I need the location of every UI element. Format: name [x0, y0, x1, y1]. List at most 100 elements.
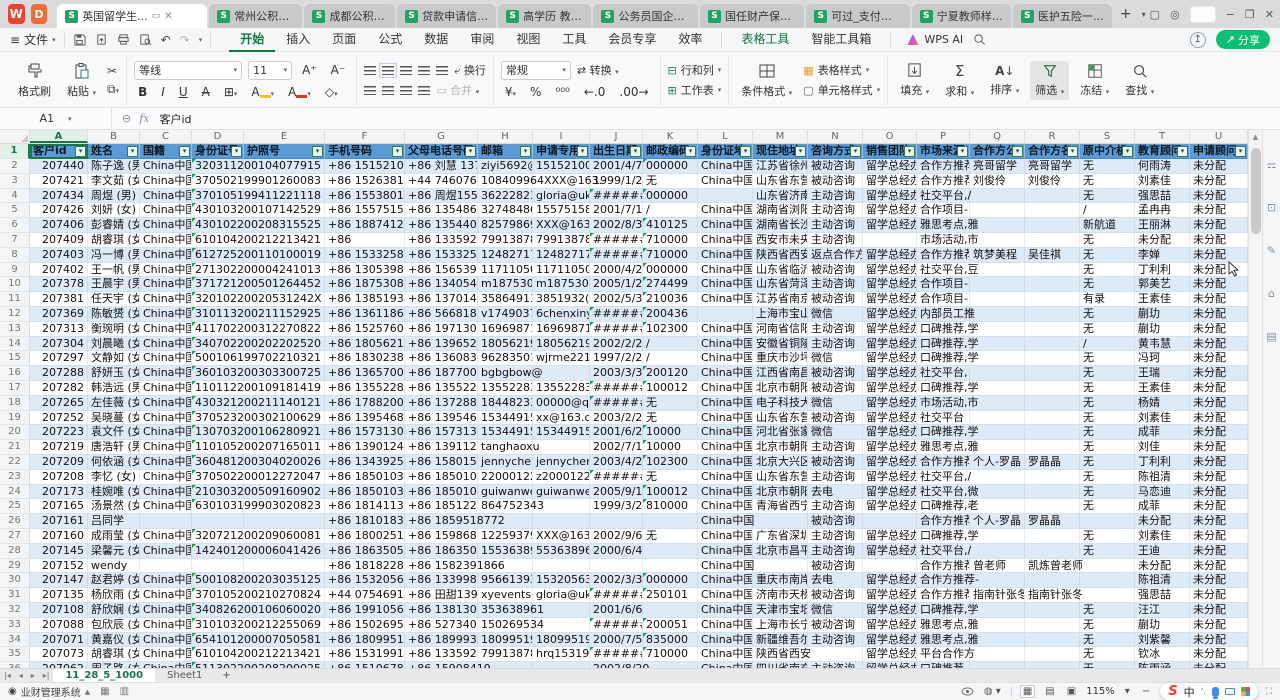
cell[interactable]: gloria@uk(: [533, 588, 590, 603]
cell[interactable]: 留学总经办: [863, 633, 917, 648]
cell[interactable]: 新疆维吾尔: [753, 633, 808, 648]
conditional-format-button[interactable]: 条件格式 ▾: [736, 60, 797, 101]
page-layout-view-button[interactable]: ▤: [1043, 686, 1056, 697]
filter-dropdown-icon[interactable]: ▾: [685, 146, 696, 157]
cell[interactable]: +86 15319918: [325, 647, 405, 662]
cell[interactable]: 刘素佳: [1135, 174, 1190, 189]
cell[interactable]: 135522831: [533, 381, 590, 396]
header-cell-I[interactable]: 申请专用▾: [533, 144, 590, 159]
cell[interactable]: China中国: [140, 381, 192, 396]
cell[interactable]: 口碑推荐,学: [917, 381, 970, 396]
cell[interactable]: +44 7460762888: [405, 174, 478, 189]
cell[interactable]: 指南针张冬: [1025, 588, 1080, 603]
cell[interactable]: 207088: [30, 618, 88, 633]
cell[interactable]: 无: [1080, 396, 1135, 411]
cell[interactable]: +86 52734062: [405, 618, 478, 633]
column-header-U[interactable]: U: [1190, 130, 1248, 143]
cell[interactable]: [970, 411, 1025, 426]
cell[interactable]: [1080, 559, 1135, 574]
cell[interactable]: 200051: [643, 618, 698, 633]
cell[interactable]: 被动咨询: [808, 366, 863, 381]
header-cell-U[interactable]: 申请顾问▾: [1190, 144, 1248, 159]
cell[interactable]: 被动咨询: [808, 588, 863, 603]
cell[interactable]: +86 1355228314: [405, 381, 478, 396]
cell[interactable]: +86 13954685: [325, 411, 405, 426]
align-left-icon[interactable]: [364, 86, 376, 95]
cell[interactable]: 四川省南充: [753, 662, 808, 668]
cell[interactable]: 未分配: [1190, 322, 1248, 337]
cell[interactable]: 327484864: [478, 203, 533, 218]
cell[interactable]: 留学总经办: [863, 588, 917, 603]
cell[interactable]: 留学总经办: [863, 396, 917, 411]
cell[interactable]: 353638961: [478, 603, 533, 618]
cell[interactable]: 未分配: [1190, 529, 1248, 544]
fullscreen-icon[interactable]: ⛶: [1266, 687, 1272, 697]
cell[interactable]: +86 1340540988: [405, 277, 478, 292]
cell[interactable]: +86 19910568: [325, 603, 405, 618]
row-number[interactable]: 9: [0, 263, 30, 278]
cell[interactable]: 合作方推荐: [917, 159, 970, 174]
upload-icon[interactable]: ↥: [1190, 32, 1206, 48]
row-number[interactable]: 23: [0, 470, 30, 485]
avatar[interactable]: [1190, 6, 1216, 23]
cell[interactable]: 安徽省铜陵: [753, 337, 808, 352]
cell[interactable]: 110112200109181419: [192, 381, 244, 396]
column-header-Q[interactable]: Q: [970, 130, 1025, 143]
print-preview-icon[interactable]: [139, 33, 152, 46]
add-sheet-button[interactable]: +: [214, 670, 238, 681]
cell[interactable]: 未分配: [1135, 559, 1190, 574]
cell[interactable]: 李文茹 (女: [88, 174, 140, 189]
cell[interactable]: 社交平台,豆: [917, 263, 970, 278]
cell[interactable]: 周子路 (女: [88, 662, 140, 668]
cell[interactable]: 153449155: [533, 425, 590, 440]
cell[interactable]: guiwanwei: [478, 485, 533, 500]
keyboard-icon[interactable]: [1225, 688, 1235, 695]
cell[interactable]: [970, 203, 1025, 218]
column-header-R[interactable]: R: [1025, 130, 1080, 143]
cell[interactable]: 207071: [30, 633, 88, 648]
cell[interactable]: 被动咨询: [808, 292, 863, 307]
cell[interactable]: 合作方推荐: [917, 455, 970, 470]
cell[interactable]: 200120: [643, 366, 698, 381]
cell[interactable]: 平台合作方: [917, 647, 970, 662]
cell[interactable]: 710000: [643, 233, 698, 248]
cell[interactable]: 李忆 (女): [88, 470, 140, 485]
column-header-P[interactable]: P: [917, 130, 970, 143]
cell[interactable]: 10000: [643, 425, 698, 440]
cell[interactable]: 被动咨询: [808, 455, 863, 470]
cell[interactable]: ########: [590, 307, 643, 322]
cell[interactable]: 207313: [30, 322, 88, 337]
cell[interactable]: [643, 559, 698, 574]
cell[interactable]: China中国: [698, 485, 753, 500]
cell[interactable]: 山东省菏泽: [753, 277, 808, 292]
cell[interactable]: 刘素佳: [1135, 529, 1190, 544]
cell[interactable]: 410125: [643, 218, 698, 233]
format-painter-button[interactable]: 格式刷: [13, 60, 56, 101]
filter-dropdown-icon[interactable]: ▾: [1177, 146, 1188, 157]
header-cell-T[interactable]: 教育顾问▾: [1135, 144, 1190, 159]
cell[interactable]: 电子科技大: [753, 396, 808, 411]
row-number[interactable]: 10: [0, 277, 30, 292]
column-header-S[interactable]: S: [1080, 130, 1135, 143]
cell[interactable]: +86 1360831276: [405, 351, 478, 366]
cell[interactable]: ########: [590, 381, 643, 396]
cell[interactable]: 未分配: [1190, 603, 1248, 618]
cell[interactable]: +86 13901242: [325, 440, 405, 455]
cell[interactable]: 180995191(: [533, 633, 590, 648]
cell[interactable]: m1875308: [533, 277, 590, 292]
cell[interactable]: 留学总经办: [863, 307, 917, 322]
cell[interactable]: China中国: [698, 248, 753, 263]
convert-button[interactable]: ⇄ 转换 ▾: [577, 62, 619, 78]
cell[interactable]: 无: [1080, 366, 1135, 381]
cell[interactable]: +86 15152100: [325, 159, 405, 174]
cell[interactable]: 3851932(: [533, 292, 590, 307]
zoom-caret-icon[interactable]: ▾: [1123, 686, 1132, 697]
cell[interactable]: 留学总经办: [863, 189, 917, 204]
sum-button[interactable]: Σ 求和 ▾: [940, 60, 979, 101]
display-options-icon[interactable]: ◍ ▾: [982, 686, 1003, 697]
row-number[interactable]: 20: [0, 425, 30, 440]
cell[interactable]: 无: [1080, 440, 1135, 455]
cell[interactable]: ########: [590, 233, 643, 248]
cell[interactable]: 陈子逸 (男: [88, 159, 140, 174]
cell[interactable]: 无: [1080, 647, 1135, 662]
